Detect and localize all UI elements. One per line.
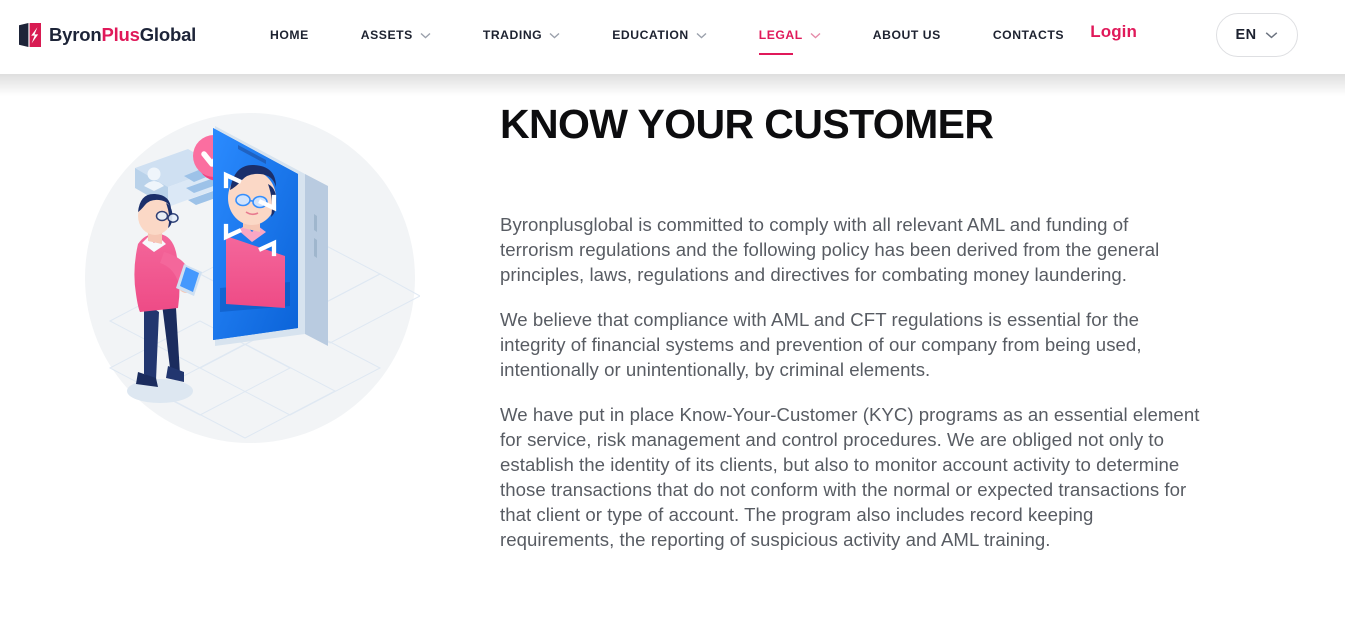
nav-item-education[interactable]: EDUCATION bbox=[612, 26, 707, 44]
page-main: KNOW YOUR CUSTOMER Byronplusglobal is co… bbox=[0, 74, 1345, 552]
nav-label: EDUCATION bbox=[612, 28, 689, 42]
brand-name-part1: Byron bbox=[49, 23, 102, 45]
chevron-down-icon bbox=[1266, 32, 1278, 39]
chevron-down-icon bbox=[420, 32, 431, 39]
nav-label: TRADING bbox=[482, 28, 543, 42]
nav-label: CONTACTS bbox=[992, 28, 1065, 42]
nav-label: LEGAL bbox=[758, 28, 803, 42]
nav-item-legal[interactable]: LEGAL bbox=[758, 26, 821, 55]
main-navigation: HOME ASSETS TRADING EDUCATION LEGAL ABOU… bbox=[270, 26, 1064, 55]
nav-label: ABOUT US bbox=[872, 28, 941, 42]
nav-item-contacts[interactable]: CONTACTS bbox=[993, 26, 1064, 44]
nav-item-about-us[interactable]: ABOUT US bbox=[873, 26, 941, 44]
nav-item-home[interactable]: HOME bbox=[270, 26, 309, 44]
site-header: ByronPlusGlobal HOME ASSETS TRADING EDUC… bbox=[0, 0, 1345, 74]
brand-name: ByronPlusGlobal bbox=[49, 23, 197, 45]
kyc-identity-verification-illustration bbox=[85, 113, 420, 443]
nav-item-assets[interactable]: ASSETS bbox=[361, 26, 431, 44]
page-title: KNOW YOUR CUSTOMER bbox=[500, 101, 994, 147]
logo-mark-icon bbox=[19, 23, 41, 47]
login-button[interactable]: Login bbox=[1090, 22, 1137, 42]
chevron-down-icon bbox=[810, 32, 821, 39]
policy-body-copy: Byronplusglobal is committed to comply w… bbox=[500, 212, 1200, 552]
brand-name-part2: Plus bbox=[101, 23, 140, 45]
brand-name-part3: Global bbox=[139, 23, 197, 45]
language-selector[interactable]: EN bbox=[1216, 13, 1298, 57]
nav-label: ASSETS bbox=[360, 28, 413, 42]
brand-logo[interactable]: ByronPlusGlobal bbox=[18, 22, 196, 48]
chevron-down-icon bbox=[549, 32, 560, 39]
chevron-down-icon bbox=[696, 32, 707, 39]
policy-paragraph: Byronplusglobal is committed to comply w… bbox=[500, 214, 1160, 286]
content-column: KNOW YOUR CUSTOMER Byronplusglobal is co… bbox=[500, 96, 1345, 552]
policy-paragraph: We believe that compliance with AML and … bbox=[500, 309, 1142, 381]
language-selector-label: EN bbox=[1235, 27, 1257, 43]
nav-item-trading[interactable]: TRADING bbox=[483, 26, 560, 44]
illustration-column bbox=[0, 96, 500, 552]
policy-paragraph: We have put in place Know-Your-Customer … bbox=[500, 404, 1200, 551]
active-nav-underline bbox=[758, 52, 793, 55]
nav-label: HOME bbox=[270, 28, 309, 42]
